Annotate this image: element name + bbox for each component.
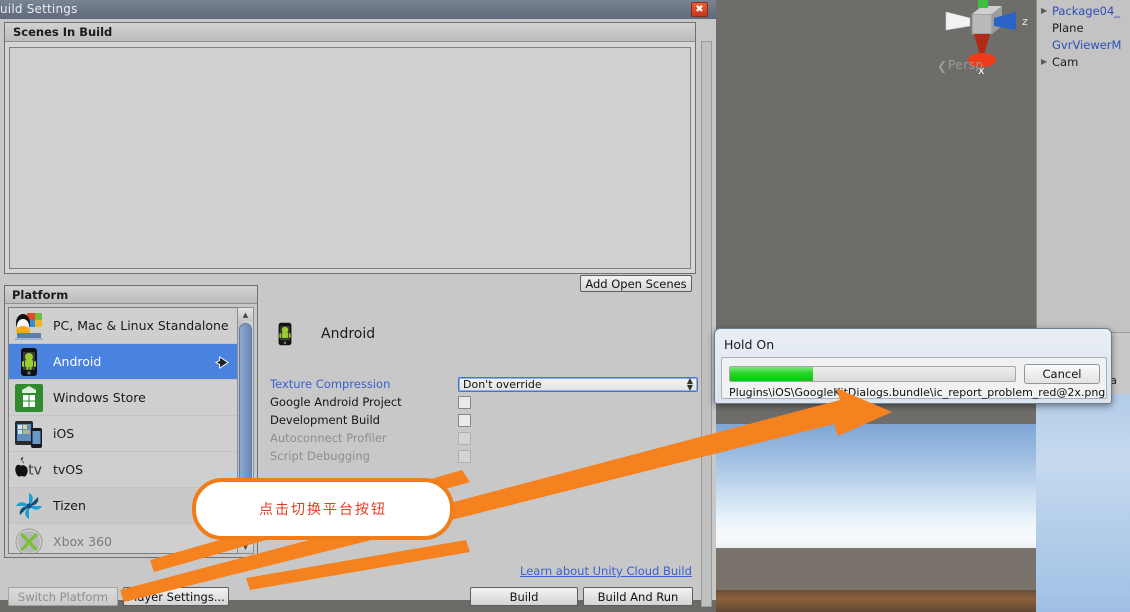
- texture-compression-value: Don't override: [463, 377, 542, 391]
- window-scrollbar[interactable]: [701, 41, 712, 607]
- dialog-progress-path: Plugins\iOS\GoogleKitDialogs.bundle\ic_r…: [729, 386, 1106, 399]
- platform-item-tvos[interactable]: tv tvOS: [9, 452, 237, 488]
- platform-item-standalone[interactable]: PC, Mac & Linux Standalone: [9, 308, 237, 344]
- build-button[interactable]: Build: [470, 587, 578, 606]
- chevron-right-icon[interactable]: ▶: [1041, 57, 1052, 66]
- learn-unity-cloud-build-link[interactable]: Learn about Unity Cloud Build: [520, 564, 692, 578]
- script-debugging-label: Script Debugging: [270, 449, 370, 463]
- platform-item-android[interactable]: Android: [9, 344, 237, 380]
- tizen-icon: [14, 491, 44, 521]
- platform-item-label: Tizen: [53, 498, 86, 513]
- player-settings-button[interactable]: Player Settings...: [123, 587, 229, 606]
- switch-platform-button[interactable]: Switch Platform: [8, 587, 118, 606]
- platform-item-ios[interactable]: iOS: [9, 416, 237, 452]
- platform-header: Platform: [5, 286, 257, 304]
- progress-bar-fill: [730, 367, 813, 381]
- dialog-content: Cancel Plugins\iOS\GoogleKitDialogs.bund…: [721, 357, 1107, 399]
- android-icon: [270, 319, 300, 349]
- dialog-title: Hold On: [724, 337, 775, 352]
- hierarchy-item[interactable]: ▶ Package04_: [1037, 2, 1130, 19]
- platform-item-label: Xbox 360: [53, 534, 112, 549]
- development-build-row: Development Build: [270, 411, 700, 429]
- build-and-run-button[interactable]: Build And Run: [583, 587, 693, 606]
- google-android-project-label: Google Android Project: [270, 395, 402, 409]
- autoconnect-profiler-label: Autoconnect Profiler: [270, 431, 387, 445]
- hierarchy-panel[interactable]: ▶ Package04_ ▶ Plane ▶ GvrViewerM ▶ Cam: [1036, 0, 1130, 332]
- scenes-in-build-panel: Scenes In Build: [4, 22, 696, 274]
- hierarchy-item[interactable]: ▶ Plane: [1037, 19, 1130, 36]
- window-titlebar[interactable]: uild Settings ✖: [0, 0, 716, 19]
- hierarchy-item-label: Package04_: [1052, 3, 1121, 18]
- scenes-in-build-list[interactable]: [9, 47, 691, 269]
- hierarchy-item[interactable]: ▶ GvrViewerM: [1037, 36, 1130, 53]
- platform-item-label: Windows Store: [53, 390, 146, 405]
- close-icon[interactable]: ✖: [691, 2, 708, 17]
- script-debugging-row: Script Debugging: [270, 447, 700, 465]
- scroll-up-icon[interactable]: ▲: [238, 308, 253, 321]
- autoconnect-profiler-row: Autoconnect Profiler: [270, 429, 700, 447]
- texture-compression-dropdown[interactable]: Don't override ▲ ▼: [458, 376, 698, 392]
- cancel-button[interactable]: Cancel: [1024, 364, 1100, 384]
- screen-root: z x ❮ Persp ▶ Package04_ ▶ Plane ▶ GvrVi…: [0, 0, 1130, 612]
- android-icon: [14, 347, 44, 377]
- google-android-project-row: Google Android Project: [270, 393, 700, 411]
- platform-item-label: tvOS: [53, 462, 84, 477]
- hold-on-dialog: Hold On Cancel Plugins\iOS\GoogleKitDial…: [714, 328, 1112, 404]
- persp-arrow-icon: ❮: [937, 59, 948, 73]
- platform-item-label: PC, Mac & Linux Standalone: [53, 318, 229, 333]
- selected-platform-title: Android: [270, 319, 700, 349]
- texture-compression-row: Texture Compression Don't override ▲ ▼: [270, 375, 700, 393]
- hierarchy-item-label: Plane: [1052, 20, 1084, 35]
- chevron-updown-icon: ▲ ▼: [686, 376, 693, 392]
- autoconnect-profiler-checkbox: [458, 431, 471, 445]
- annotation-callout: 点击切换平台按钮: [192, 478, 454, 540]
- hierarchy-item[interactable]: ▶ Cam: [1037, 53, 1130, 70]
- tvos-icon: tv: [14, 455, 44, 485]
- scenes-in-build-header: Scenes In Build: [5, 23, 695, 42]
- scroll-down-icon[interactable]: ▼: [238, 540, 253, 553]
- platform-item-label: Android: [53, 354, 102, 369]
- persp-label: Persp: [948, 58, 984, 72]
- svg-text:z: z: [1022, 15, 1028, 28]
- xbox360-icon: [14, 527, 44, 553]
- window-title: uild Settings: [0, 2, 78, 16]
- script-debugging-checkbox: [458, 449, 471, 463]
- progress-bar: [729, 366, 1016, 382]
- hierarchy-item-label: Cam: [1052, 54, 1079, 69]
- svg-text:tv: tv: [28, 462, 42, 478]
- development-build-label: Development Build: [270, 413, 380, 427]
- windows-store-icon: [14, 383, 44, 413]
- texture-compression-label: Texture Compression: [270, 377, 391, 391]
- ios-icon: [14, 419, 44, 449]
- add-open-scenes-button[interactable]: Add Open Scenes: [580, 275, 692, 292]
- platform-item-windows-store[interactable]: Windows Store: [9, 380, 237, 416]
- platform-item-label: iOS: [53, 426, 75, 441]
- unity-logo-icon: [214, 355, 229, 370]
- scrollbar-thumb[interactable]: [239, 323, 252, 503]
- chevron-right-icon[interactable]: ▶: [1041, 6, 1052, 15]
- annotation-callout-text: 点击切换平台按钮: [259, 502, 387, 518]
- development-build-checkbox[interactable]: [458, 413, 471, 427]
- platform-settings-pane: Android Texture Compression Don't overri…: [270, 319, 700, 499]
- selected-platform-label: Android: [321, 326, 376, 342]
- hierarchy-item-label: GvrViewerM: [1052, 37, 1122, 52]
- google-android-project-checkbox[interactable]: [458, 395, 471, 409]
- standalone-icon: [14, 311, 44, 341]
